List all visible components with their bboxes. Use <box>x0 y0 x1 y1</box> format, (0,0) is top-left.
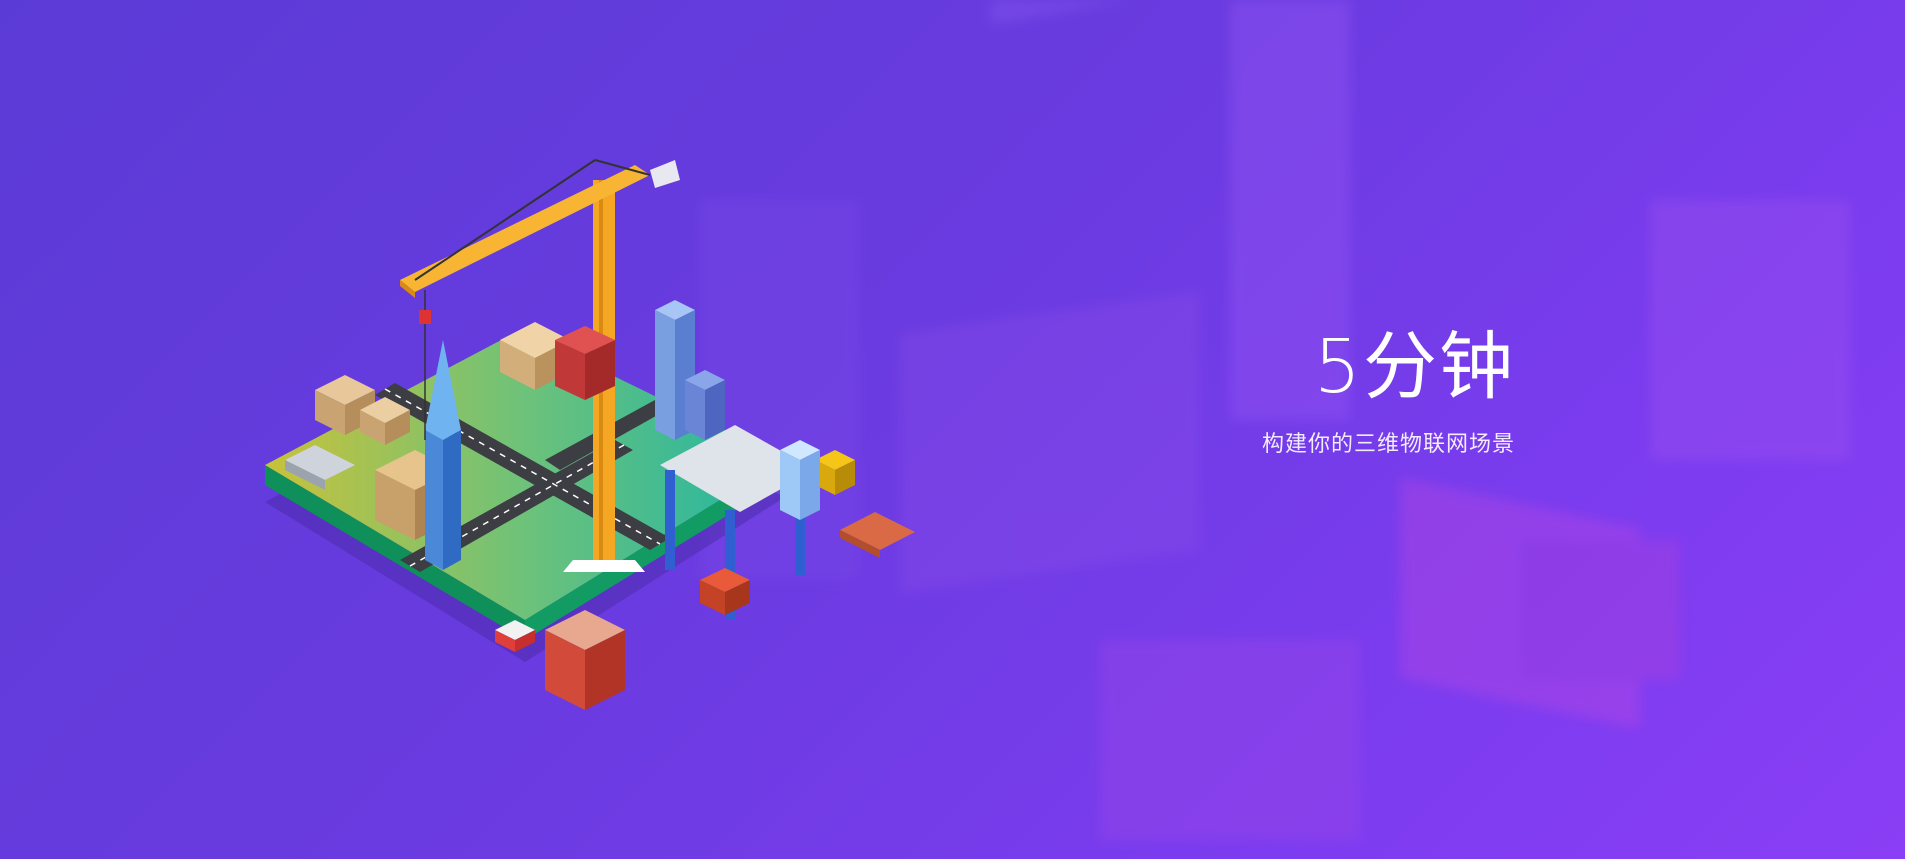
brick-building-icon <box>555 326 615 400</box>
construction-illustration <box>265 159 915 710</box>
hero-banner: 5分钟 构建你的三维物联网场景 <box>0 0 1905 859</box>
headline: 5分钟 <box>1313 324 1515 410</box>
forklift-icon <box>815 450 855 495</box>
subline: 构建你的三维物联网场景 <box>1261 432 1515 457</box>
